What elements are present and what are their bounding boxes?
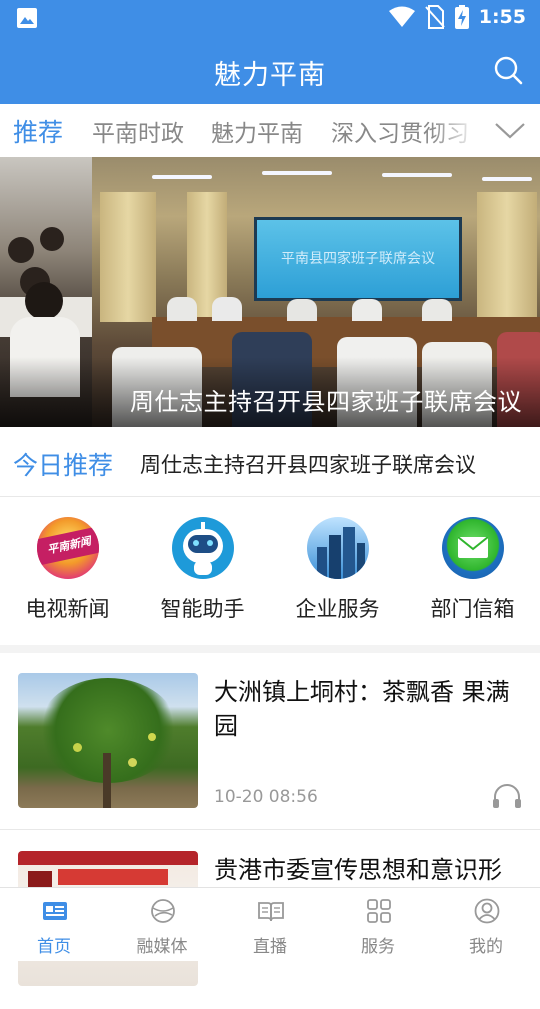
banner-caption[interactable]: 周仕志主持召开县四家班子联席会议 <box>130 382 522 417</box>
news-time: 10-20 08:56 <box>214 787 318 807</box>
tab-pingnan-politics[interactable]: 平南时政 <box>92 114 184 148</box>
grid-squares-icon <box>367 899 391 923</box>
page-title: 魅力平南 <box>214 60 326 91</box>
today-recommend-label: 今日推荐 <box>13 451 114 480</box>
news-thumbnail <box>18 673 198 808</box>
today-divider <box>0 496 540 497</box>
search-icon[interactable] <box>492 54 524 86</box>
image-notification-icon <box>17 8 37 28</box>
news-title: 大洲镇上垌村：茶飘香 果满园 <box>214 678 510 740</box>
wifi-icon <box>388 6 415 27</box>
open-book-icon <box>258 902 284 922</box>
tab-recommend[interactable]: 推荐 <box>13 113 63 149</box>
nav-media[interactable]: 融媒体 <box>108 888 216 961</box>
today-recommend[interactable]: 今日推荐 周仕志主持召开县四家班子联席会议 <box>0 427 540 495</box>
nav-label: 融媒体 <box>136 937 188 957</box>
robot-assistant-icon <box>172 517 234 579</box>
chevron-down-icon[interactable] <box>494 118 526 142</box>
nav-services[interactable]: 服务 <box>324 888 432 961</box>
news-title: 贵港市委宣传思想和意识形 <box>214 856 502 884</box>
quick-link-smart-assistant[interactable]: 智能助手 <box>135 505 270 645</box>
news-home-icon <box>43 902 67 920</box>
section-gap <box>0 645 540 653</box>
nav-label: 直播 <box>253 937 287 957</box>
globe-icon <box>151 899 175 923</box>
banner-carousel[interactable]: 平南县四家班子联席会议 周仕志主持召开县四家班子联席会议 <box>0 157 540 427</box>
headphones-icon[interactable] <box>492 783 522 809</box>
no-sim-icon <box>424 5 445 29</box>
news-item[interactable]: 大洲镇上垌村：茶飘香 果满园 10-20 08:56 <box>0 653 540 831</box>
quick-link-tv-news[interactable]: 平南新闻 电视新闻 <box>0 505 135 645</box>
battery-charging-icon <box>454 5 469 29</box>
quick-link-label: 智能助手 <box>160 597 245 621</box>
app-bar: 魅力平南 <box>0 36 540 104</box>
meeting-screen-text: 平南县四家班子联席会议 <box>281 251 435 267</box>
quick-link-label: 企业服务 <box>295 597 380 621</box>
nav-home[interactable]: 首页 <box>0 888 108 961</box>
today-recommend-headline[interactable]: 周仕志主持召开县四家班子联席会议 <box>140 449 476 479</box>
quick-link-label: 部门信箱 <box>430 597 515 621</box>
status-time: 1:55 <box>478 6 526 28</box>
nav-mine[interactable]: 我的 <box>432 888 540 961</box>
meeting-screen: 平南县四家班子联席会议 <box>254 217 462 301</box>
nav-live[interactable]: 直播 <box>216 888 324 961</box>
quick-link-label: 电视新闻 <box>25 597 110 621</box>
nav-label: 首页 <box>37 937 71 957</box>
user-profile-icon <box>474 898 500 924</box>
status-bar: 1:55 <box>0 0 540 36</box>
category-tabs: 推荐 平南时政 魅力平南 深入习贯彻习 <box>0 104 540 158</box>
nav-label: 我的 <box>469 937 503 957</box>
tab-charm-pingnan[interactable]: 魅力平南 <box>211 114 303 148</box>
news-divider <box>0 829 540 830</box>
tv-news-logo-icon: 平南新闻 <box>37 517 99 579</box>
city-buildings-icon <box>307 517 369 579</box>
nav-label: 服务 <box>361 937 395 957</box>
quick-link-enterprise-service[interactable]: 企业服务 <box>270 505 405 645</box>
quick-link-department-mailbox[interactable]: 部门信箱 <box>405 505 540 645</box>
mail-envelope-icon <box>442 517 504 579</box>
bottom-navigation: 首页 融媒体 直播 服务 我的 <box>0 887 540 961</box>
